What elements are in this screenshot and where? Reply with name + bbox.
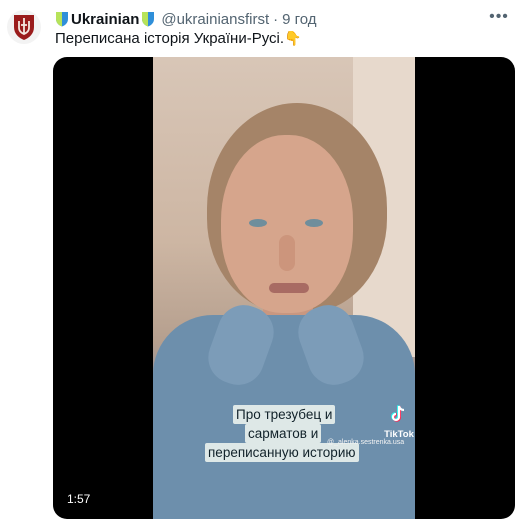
video-frame: Про трезубец и сарматов и переписанную и… — [153, 57, 415, 519]
tiktok-username: @_alenka.sestrenka.usa — [327, 439, 405, 446]
tweet[interactable]: Ukrainian @ukrainiansfirst · 9 год ••• П… — [0, 0, 524, 525]
tweet-text: Переписана історія України-Русі.👇 — [55, 30, 302, 47]
caption-line: Про трезубец и — [233, 405, 336, 424]
shield-badge-icon — [56, 12, 68, 27]
tweet-timestamp[interactable]: 9 год — [282, 11, 316, 28]
video-person-eye — [305, 219, 323, 227]
tiktok-logo-icon — [391, 405, 405, 422]
video-duration: 1:57 — [67, 492, 91, 506]
tweet-header: Ukrainian @ukrainiansfirst · 9 год — [55, 9, 484, 29]
author-name[interactable]: Ukrainian — [71, 11, 139, 28]
video-person-face — [221, 135, 353, 313]
trident-emblem-icon — [14, 15, 34, 40]
caption-line: сарматов и — [245, 424, 322, 443]
shield-badge-icon — [142, 12, 155, 27]
video-player[interactable]: Про трезубец и сарматов и переписанную и… — [53, 57, 515, 519]
video-person-mouth — [269, 283, 309, 293]
separator-dot: · — [273, 10, 279, 28]
tiktok-watermark: TikTok — [379, 405, 415, 440]
author-handle[interactable]: @ukrainiansfirst — [161, 11, 269, 28]
more-options-icon[interactable]: ••• — [488, 6, 510, 28]
video-person-nose — [279, 235, 295, 271]
tweet-text-body: Переписана історія України-Русі. — [55, 30, 285, 47]
avatar[interactable] — [7, 10, 41, 44]
pointing-down-emoji: 👇 — [284, 30, 302, 46]
video-person-eye — [249, 219, 267, 227]
